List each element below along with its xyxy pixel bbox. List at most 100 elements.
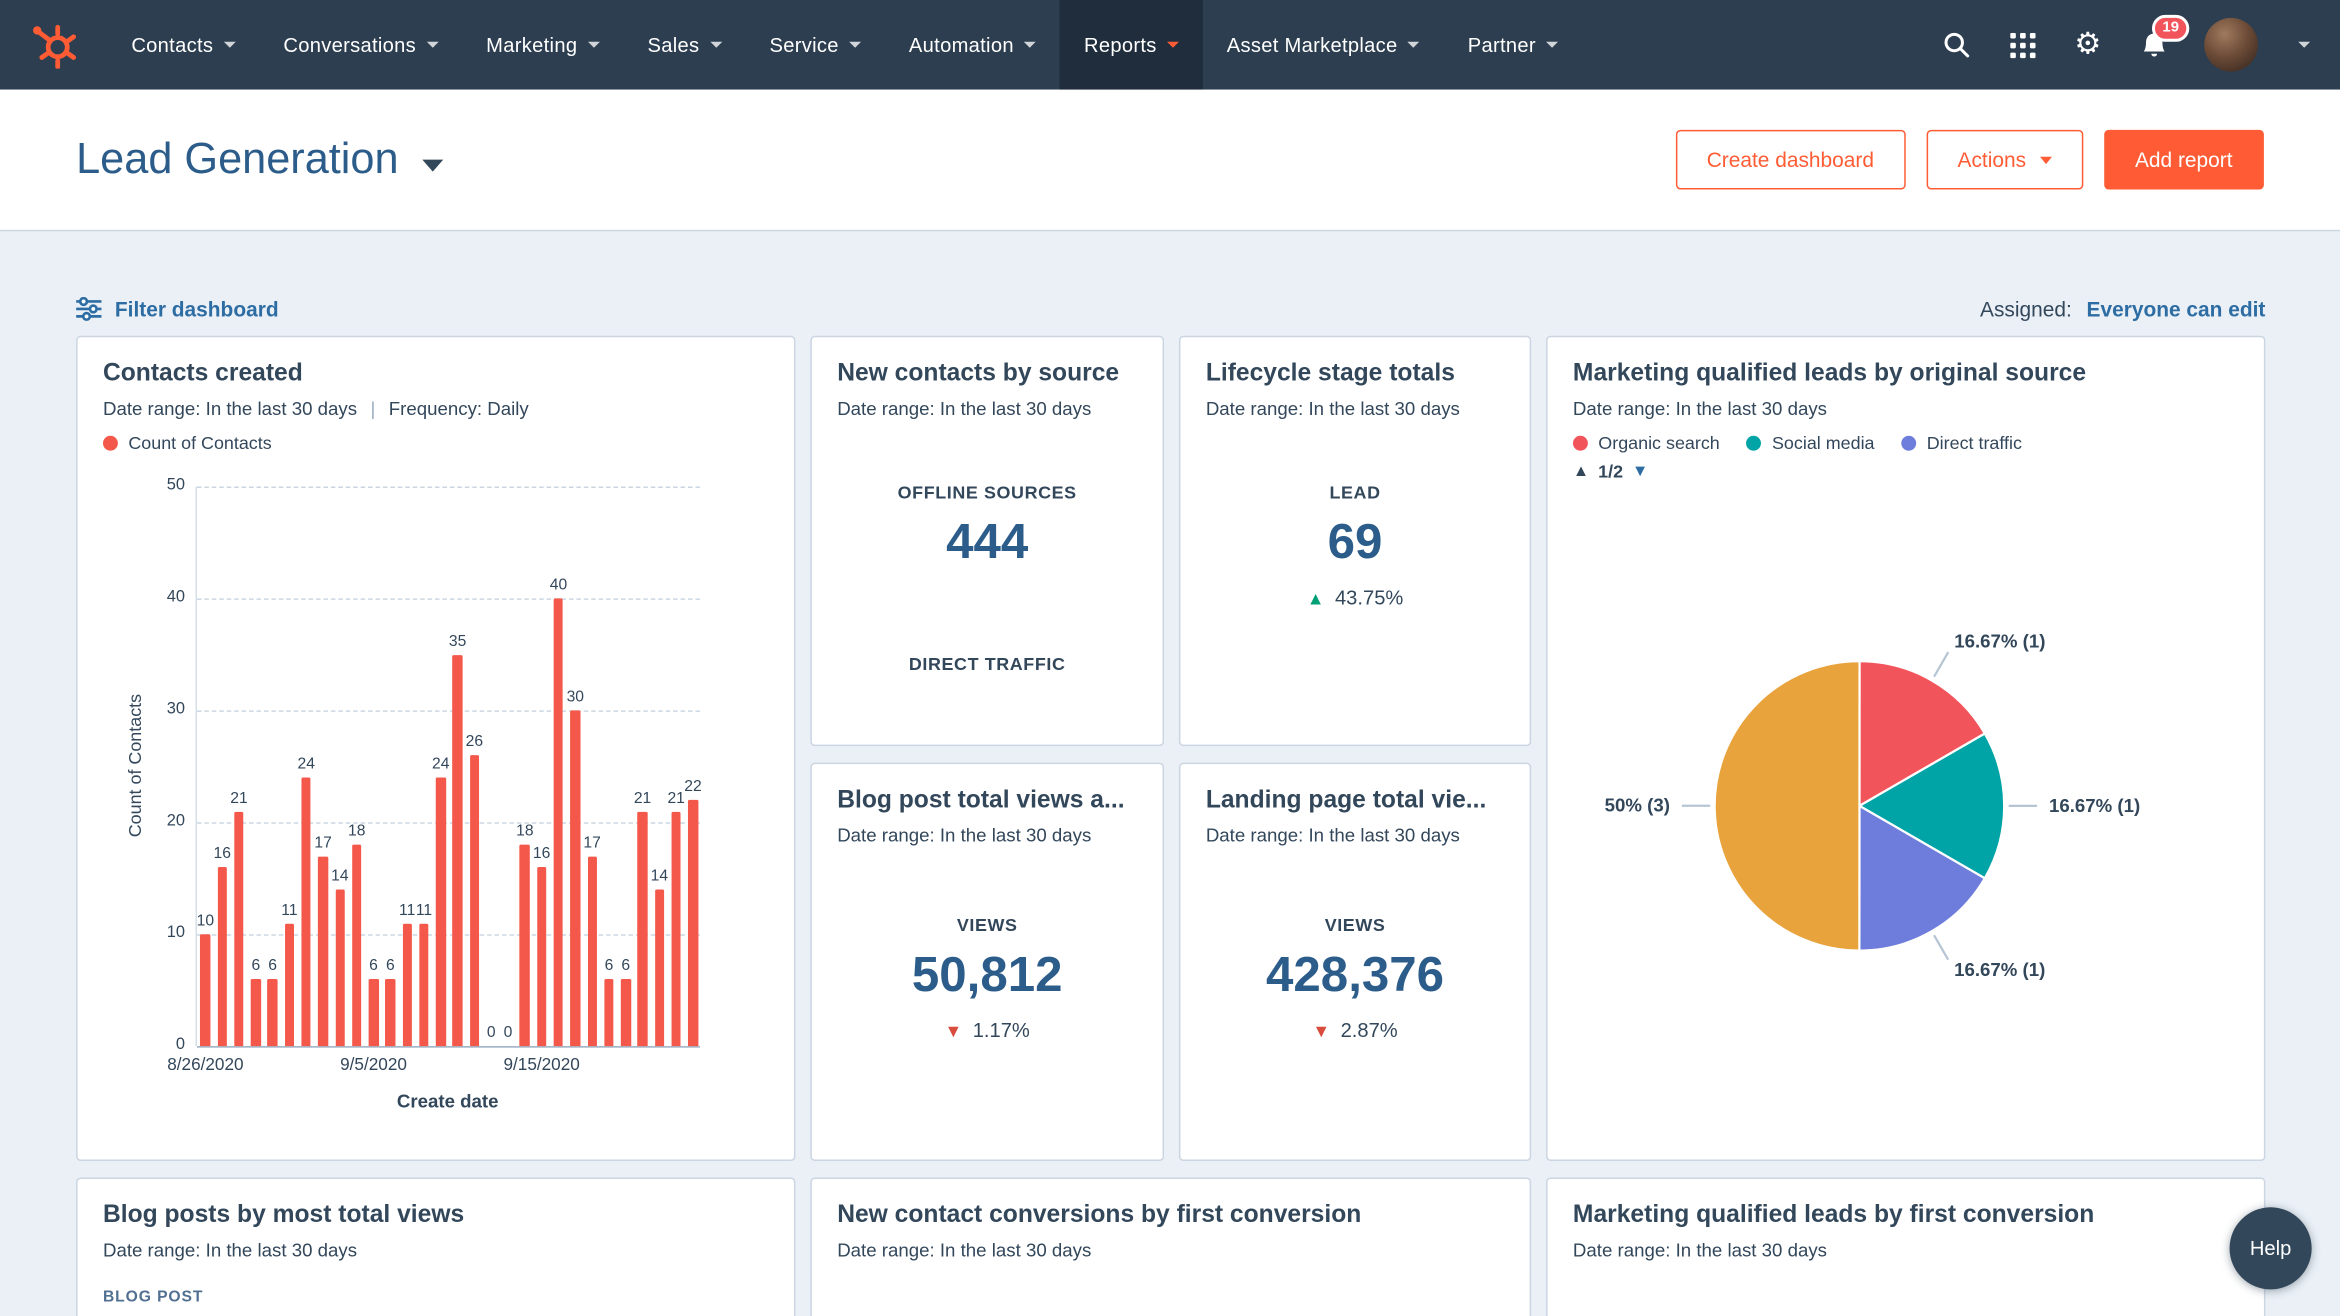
card-title: New contacts by source	[837, 360, 1137, 388]
nav-item-reports[interactable]: Reports	[1060, 0, 1203, 90]
bar-contacts[interactable]	[301, 778, 311, 1047]
bar-contacts[interactable]	[587, 856, 597, 1046]
bar-value-label: 30	[553, 688, 598, 706]
chevron-down-icon	[1167, 42, 1179, 48]
legend-pager: ▲ 1/2 ▼	[1573, 461, 2239, 482]
bar-value-label: 35	[435, 632, 480, 650]
bar-contacts[interactable]	[335, 889, 345, 1046]
actions-button[interactable]: Actions	[1926, 130, 2083, 190]
y-axis-tick: 30	[146, 700, 185, 718]
legend-dot	[1747, 436, 1762, 451]
assigned-label: Assigned:	[1980, 297, 2072, 321]
bar-contacts[interactable]	[268, 979, 278, 1046]
bar-value-label: 17	[570, 833, 615, 851]
bar-contacts[interactable]	[251, 979, 261, 1046]
legend-page-down-icon[interactable]: ▼	[1632, 463, 1648, 479]
bar-value-label: 40	[536, 576, 581, 594]
card-subtitle: Date range: In the last 30 days	[837, 825, 1137, 846]
assigned-value-link[interactable]: Everyone can edit	[2087, 297, 2266, 321]
dashboard-switcher-caret-icon[interactable]	[422, 160, 443, 172]
page-title[interactable]: Lead Generation	[76, 135, 398, 184]
metric-value: 69	[1206, 513, 1504, 570]
date-range-label: Date range: In the last 30 days	[837, 1240, 1091, 1261]
nav-item-asset-marketplace[interactable]: Asset Marketplace	[1203, 0, 1444, 90]
pie-slice[interactable]	[1715, 661, 1860, 951]
create-dashboard-button[interactable]: Create dashboard	[1675, 130, 1905, 190]
pie-slice-label: 50% (3)	[1605, 795, 1670, 816]
bar-contacts[interactable]	[369, 979, 379, 1046]
bar-contacts[interactable]	[537, 867, 547, 1046]
bar-contacts[interactable]	[570, 710, 580, 1046]
up-arrow-icon: ▲	[1307, 589, 1325, 607]
bar-contacts[interactable]	[285, 923, 295, 1046]
date-range-label: Date range: In the last 30 days	[1206, 398, 1460, 419]
chevron-down-icon	[588, 42, 600, 48]
account-chevron-icon[interactable]	[2298, 42, 2310, 48]
bar-contacts[interactable]	[402, 923, 412, 1046]
nav-item-conversations[interactable]: Conversations	[259, 0, 462, 90]
bar-contacts[interactable]	[621, 979, 631, 1046]
x-axis-tick: 9/15/2020	[482, 1057, 601, 1075]
nav-item-contacts[interactable]: Contacts	[107, 0, 259, 90]
card-new-contact-conversions: New contact conversions by first convers…	[810, 1177, 1531, 1316]
nav-item-partner[interactable]: Partner	[1444, 0, 1582, 90]
dashboard-content: Filter dashboard Assigned: Everyone can …	[0, 231, 2340, 1316]
bar-contacts[interactable]	[604, 979, 614, 1046]
notifications-bell-icon[interactable]: 19	[2136, 27, 2172, 63]
bar-contacts[interactable]	[655, 889, 665, 1046]
search-icon[interactable]	[1939, 27, 1975, 63]
bar-contacts[interactable]	[453, 654, 463, 1046]
bar-contacts[interactable]	[554, 598, 564, 1046]
pie-slice-label: 16.67% (1)	[1954, 631, 2045, 652]
bar-value-label: 24	[284, 755, 329, 773]
bar-contacts[interactable]	[201, 934, 211, 1046]
y-axis-tick: 40	[146, 588, 185, 606]
hubspot-logo[interactable]	[27, 18, 81, 72]
bar-contacts[interactable]	[385, 979, 395, 1046]
user-avatar[interactable]	[2204, 18, 2258, 72]
date-range-label: Date range: In the last 30 days	[1573, 398, 1827, 419]
nav-item-label: Contacts	[131, 34, 213, 56]
nav-item-sales[interactable]: Sales	[624, 0, 746, 90]
legend-page-up-icon[interactable]: ▲	[1573, 463, 1589, 479]
top-navigation: Contacts Conversations Marketing Sales S…	[0, 0, 2340, 90]
dashboard-toolbar: Filter dashboard Assigned: Everyone can …	[76, 297, 2265, 321]
date-range-label: Date range: In the last 30 days	[837, 398, 1091, 419]
bar-contacts[interactable]	[520, 845, 530, 1046]
filter-dashboard-link[interactable]: Filter dashboard	[76, 297, 278, 321]
bar-contacts[interactable]	[638, 811, 648, 1046]
bar-contacts[interactable]	[436, 778, 446, 1047]
bar-contacts[interactable]	[419, 923, 429, 1046]
nav-item-marketing[interactable]: Marketing	[462, 0, 623, 90]
settings-gear-icon[interactable]: ⚙	[2070, 27, 2106, 63]
pie-callout-line	[1934, 935, 1948, 960]
notification-badge: 19	[2152, 15, 2189, 42]
help-button[interactable]: Help	[2230, 1207, 2312, 1289]
nav-item-label: Conversations	[283, 34, 416, 56]
down-arrow-icon: ▼	[945, 1022, 963, 1040]
card-title: Blog post total views a...	[837, 786, 1137, 814]
legend-dot	[103, 436, 118, 451]
card-subtitle: Date range: In the last 30 days	[1206, 825, 1504, 846]
table-column-header[interactable]: BLOG POST	[103, 1288, 769, 1306]
frequency-label: Frequency: Daily	[389, 398, 529, 419]
card-subtitle: Date range: In the last 30 days	[1206, 398, 1504, 419]
bar-contacts[interactable]	[217, 867, 227, 1046]
date-range-label: Date range: In the last 30 days	[837, 825, 1091, 846]
nav-item-label: Automation	[909, 34, 1014, 56]
bar-contacts[interactable]	[671, 811, 681, 1046]
nav-item-label: Partner	[1468, 34, 1536, 56]
subtitle-separator: |	[370, 398, 375, 419]
add-report-button[interactable]: Add report	[2104, 130, 2264, 190]
bar-contacts[interactable]	[352, 845, 362, 1046]
legend-dot	[1573, 436, 1588, 451]
card-title: Lifecycle stage totals	[1206, 360, 1504, 388]
nav-item-service[interactable]: Service	[746, 0, 885, 90]
date-range-label: Date range: In the last 30 days	[103, 398, 357, 419]
bar-contacts[interactable]	[234, 811, 244, 1046]
bar-contacts[interactable]	[688, 800, 698, 1046]
marketplace-grid-icon[interactable]	[2004, 27, 2040, 63]
bar-contacts[interactable]	[470, 755, 480, 1046]
nav-item-automation[interactable]: Automation	[885, 0, 1060, 90]
card-subtitle: Date range: In the last 30 days	[1573, 398, 2239, 419]
